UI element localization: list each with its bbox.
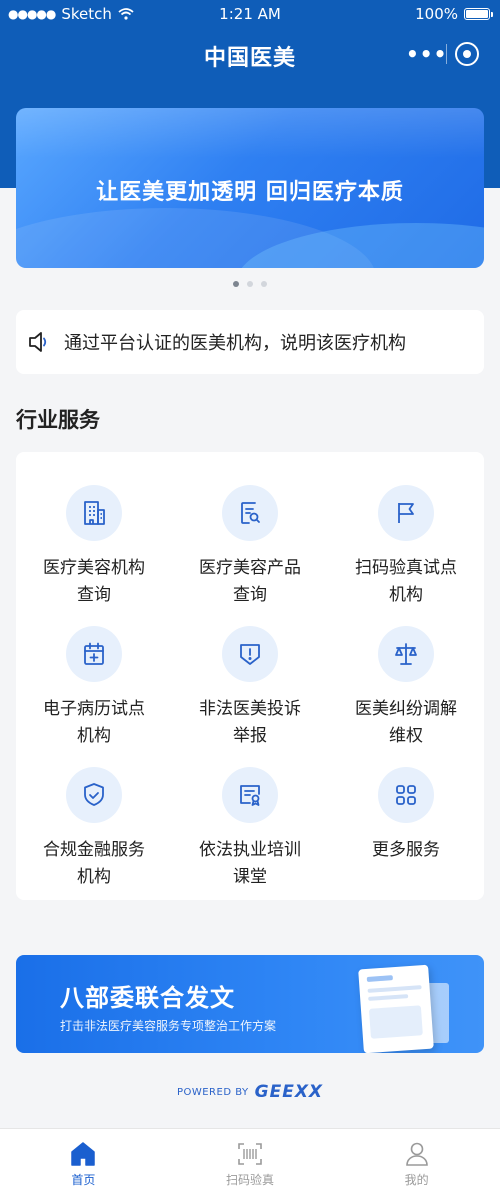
tab-scan-verify[interactable]: 扫码验真 [167, 1129, 334, 1195]
powered-by-footer: POWERED BY GEEXX [0, 1082, 500, 1102]
flag-icon [378, 485, 434, 541]
service-label: 合规金融服务 机构 [43, 840, 145, 887]
section-title: 行业服务 [16, 408, 100, 432]
service-compliant-finance[interactable]: 合规金融服务 机构 [16, 767, 172, 908]
service-scan-verify-pilot[interactable]: 扫码验真试点 机构 [328, 485, 484, 626]
building-icon [66, 485, 122, 541]
speaker-icon [16, 310, 64, 374]
service-label: 非法医美投诉 举报 [199, 699, 301, 746]
promo-title: 八部委联合发文 [60, 984, 235, 1012]
service-label: 扫码验真试点 机构 [355, 558, 457, 605]
tab-label: 扫码验真 [226, 1173, 275, 1187]
promo-subtitle: 打击非法医疗美容服务专项整治工作方案 [60, 1019, 277, 1033]
services-grid: 医疗美容机构 查询 医疗美容产品 查询 扫码验真试点 机构 电子病历试点 机构 … [16, 485, 484, 908]
service-institution-query[interactable]: 医疗美容机构 查询 [16, 485, 172, 626]
service-label: 医疗美容产品 查询 [199, 558, 301, 605]
banner-slogan: 让医美更加透明 回归医疗本质 [96, 180, 404, 205]
service-training-classroom[interactable]: 依法执业培训 课堂 [172, 767, 328, 908]
service-more[interactable]: 更多服务 [328, 767, 484, 908]
calendar-plus-icon [66, 626, 122, 682]
mini-program-capsule: ••• [406, 38, 488, 70]
powered-by-text: POWERED BY [176, 1086, 249, 1098]
status-bar: ●●●●● Sketch 1:21 AM 100% [0, 0, 500, 28]
service-dispute-mediation[interactable]: 医美纠纷调解 维权 [328, 626, 484, 767]
carousel-indicator [0, 281, 500, 287]
industry-services-panel: 医疗美容机构 查询 医疗美容产品 查询 扫码验真试点 机构 电子病历试点 机构 … [16, 452, 484, 900]
scan-icon [238, 1143, 262, 1165]
scale-icon [378, 626, 434, 682]
tab-label: 我的 [404, 1173, 429, 1187]
user-icon [405, 1142, 428, 1166]
service-product-query[interactable]: 医疗美容产品 查询 [172, 485, 328, 626]
document-search-icon [222, 485, 278, 541]
carousel-dot[interactable] [247, 281, 253, 287]
battery-icon [464, 8, 493, 20]
service-label: 依法执业培训 课堂 [199, 840, 301, 887]
shield-alert-icon [222, 626, 278, 682]
policy-promo-banner[interactable]: 八部委联合发文 打击非法医疗美容服务专项整治工作方案 [16, 955, 484, 1053]
more-dots-icon[interactable]: ••• [406, 44, 446, 64]
battery-percent: 100% [415, 5, 458, 23]
tab-home[interactable]: 首页 [0, 1129, 167, 1195]
service-label: 电子病历试点 机构 [43, 699, 145, 746]
service-label: 医美纠纷调解 维权 [355, 699, 457, 746]
service-emr-pilot[interactable]: 电子病历试点 机构 [16, 626, 172, 767]
service-label: 医疗美容机构 查询 [43, 558, 145, 605]
close-mini-program-button[interactable] [447, 42, 487, 66]
home-icon [71, 1142, 96, 1166]
carousel-dot[interactable] [261, 281, 267, 287]
banner-carousel[interactable]: 让医美更加透明 回归医疗本质 [16, 108, 484, 268]
service-complaint-report[interactable]: 非法医美投诉 举报 [172, 626, 328, 767]
brand-logo: GEEXX [254, 1082, 324, 1102]
document-illustration-icon [358, 964, 434, 1053]
notice-text: 通过平台认证的医美机构，说明该医疗机构 [64, 333, 406, 354]
bottom-tab-bar: 首页 扫码验真 我的 [0, 1128, 500, 1195]
tab-profile[interactable]: 我的 [333, 1129, 500, 1195]
shield-check-icon [66, 767, 122, 823]
service-label: 更多服务 [372, 840, 440, 860]
grid-icon [378, 767, 434, 823]
certificate-icon [222, 767, 278, 823]
notice-bar[interactable]: 通过平台认证的医美机构，说明该医疗机构 [16, 310, 484, 374]
carousel-dot[interactable] [233, 281, 239, 287]
target-circle-icon [455, 42, 479, 66]
tab-label: 首页 [71, 1173, 96, 1187]
